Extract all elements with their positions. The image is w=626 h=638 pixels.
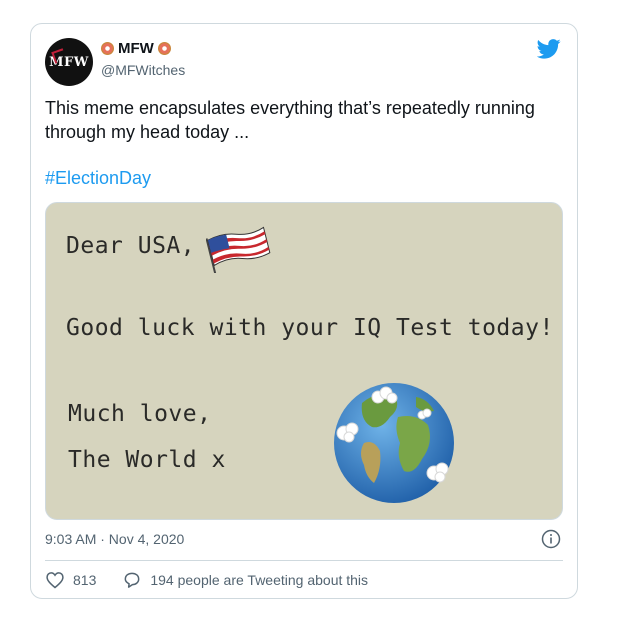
tweet-text: This meme encapsulates everything that’s…	[45, 98, 535, 142]
meme-line-signature: The World x	[68, 447, 226, 473]
like-count: 813	[73, 572, 97, 588]
conversation-text: 194 people are Tweeting about this	[150, 572, 369, 588]
conversation-link[interactable]: 194 people are Tweeting about this	[122, 570, 368, 590]
author-name-row[interactable]: MFW	[101, 40, 171, 57]
hashtag-link[interactable]: #ElectionDay	[45, 168, 151, 189]
donut-emoji-icon	[101, 42, 114, 55]
divider	[45, 560, 563, 561]
meme-line-message: Good luck with your IQ Test today!	[66, 315, 554, 341]
author-handle[interactable]: @MFWitches	[101, 62, 185, 78]
avatar[interactable]: MFW	[45, 38, 93, 86]
heart-icon	[46, 572, 64, 589]
globe-icon	[334, 383, 454, 503]
like-button[interactable]: 813	[45, 570, 96, 590]
meme-line-signoff: Much love,	[68, 401, 212, 427]
tweet-actions: 813 194 people are Tweeting about this	[45, 570, 368, 590]
info-icon[interactable]	[541, 529, 561, 549]
tweet-card[interactable]: MFW MFW @MFWitches This meme encapsulate…	[30, 23, 578, 599]
usa-flag-icon	[206, 226, 271, 273]
donut-emoji-icon	[157, 42, 171, 55]
twitter-bird-icon[interactable]	[537, 38, 561, 60]
speech-bubble-icon	[124, 572, 140, 588]
meme-image[interactable]: Dear USA, Good luck with your IQ Test to…	[45, 202, 563, 520]
meme-line-greeting: Dear USA,	[66, 233, 196, 259]
display-name[interactable]: MFW	[118, 40, 154, 57]
tweet-timestamp[interactable]: 9:03 AM · Nov 4, 2020	[45, 531, 184, 547]
